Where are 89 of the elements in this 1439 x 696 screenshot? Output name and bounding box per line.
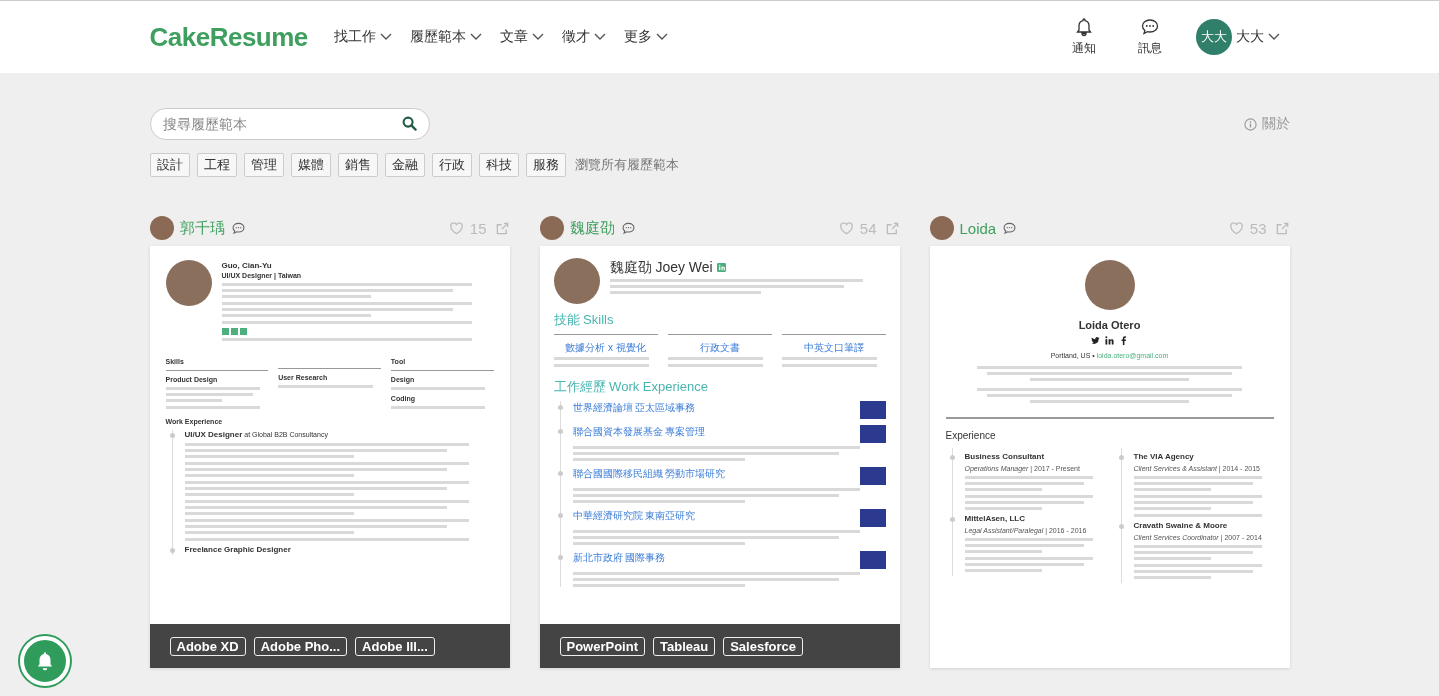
caret-icon: [469, 33, 482, 41]
photo-placeholder: [553, 258, 600, 304]
skill-heading: 中英文口筆譯: [781, 334, 886, 354]
job-title: The VIA Agency: [1133, 452, 1194, 461]
author-avatar[interactable]: [149, 216, 174, 240]
nav-menu-item[interactable]: 履歷範本: [409, 24, 482, 50]
category-tag[interactable]: 設計: [149, 153, 190, 177]
resume-preview-card[interactable]: [149, 246, 510, 668]
resume-name: Guo, Cian-Yu: [221, 260, 273, 271]
caret-icon: [531, 33, 544, 41]
category-tag[interactable]: 媒體: [290, 153, 331, 177]
job-title: 新北市政府 國際事務: [572, 552, 666, 563]
job-title: 世界經濟論壇 亞太區域事務: [572, 402, 696, 413]
photo-placeholder: [1084, 260, 1135, 310]
skill-tag[interactable]: PowerPoint: [559, 636, 645, 656]
job-title: MittelAsen, LLC: [964, 514, 1025, 523]
resume-name: 魏庭劭 Joey Wei: [609, 258, 886, 276]
section-heading: 工作經歷 Work Experience: [553, 379, 709, 395]
user-menu-button[interactable]: 大大 大大: [1195, 19, 1280, 55]
linkedin-icon[interactable]: [1105, 336, 1114, 345]
search-field[interactable]: 搜尋履歷範本: [149, 108, 430, 140]
timeline-dot: [557, 405, 563, 410]
messages-button[interactable]: 訊息: [1137, 17, 1162, 57]
timeline-dot: [169, 548, 175, 553]
section-heading: Experience: [945, 429, 997, 442]
category-tag[interactable]: 工程: [196, 153, 237, 177]
timeline-dot: [169, 433, 175, 438]
job-title: 聯合國資本發展基金 專案管理: [572, 426, 706, 437]
caret-icon: [593, 33, 606, 41]
author-avatar[interactable]: [929, 216, 954, 240]
notifications-button[interactable]: 通知: [1071, 17, 1096, 57]
comment-icon[interactable]: [230, 220, 246, 236]
caret-icon: [1267, 33, 1280, 41]
job-title: 中華經濟研究院 東南亞研究: [572, 510, 696, 521]
search-icon[interactable]: [401, 116, 417, 131]
timeline-dot: [557, 555, 563, 560]
timeline-dot: [557, 429, 563, 434]
organization-logo-icon: [859, 425, 886, 443]
job-title: Freelance Graphic Designer: [184, 545, 291, 554]
organization-logo-icon: [859, 551, 886, 569]
profile-badge-icon: [716, 262, 726, 272]
comment-icon[interactable]: [1002, 220, 1018, 236]
organization-logo-icon: [859, 467, 886, 485]
info-icon: [1243, 117, 1257, 131]
category-tag[interactable]: 科技: [478, 153, 519, 177]
skill-tag[interactable]: Adobe Pho...: [253, 636, 348, 656]
chat-bubble-icon: [1139, 17, 1160, 37]
timeline-dot: [1118, 455, 1124, 460]
category-tag[interactable]: 行政: [431, 153, 472, 177]
nav-menu-item[interactable]: 文章: [499, 24, 544, 50]
job-title: Business Consultant: [964, 452, 1045, 461]
caret-icon: [655, 33, 668, 41]
author-avatar[interactable]: [539, 216, 564, 240]
timeline-dot: [1118, 524, 1124, 529]
category-tag[interactable]: 銷售: [337, 153, 378, 177]
category-tag[interactable]: 服務: [525, 153, 566, 177]
timeline-dot: [557, 513, 563, 518]
bell-icon: [1073, 17, 1094, 37]
timeline-dot: [949, 517, 955, 522]
job-title: UI/UX Designer: [184, 430, 243, 439]
timeline-dot: [557, 471, 563, 476]
nav-menu-item[interactable]: 徵才: [561, 24, 606, 50]
resume-preview-card[interactable]: 魏庭劭 Joey Wei 技能 Skills 數據分析 x 視覺化 行政文書 中英文口筆譯 工作經歷 Work Experience 世界經濟論壇 亞太區域事務 聯合國資本發展基金 專案管理 聯合國國際移民組織 勞動市場研究 中華經濟研究院 東南亞研究 新北市政府 國際事務 PowerPoint Tableau Salesforce: [539, 246, 900, 668]
skill-heading: 行政文書: [667, 334, 772, 354]
notification-bell-button[interactable]: [20, 636, 70, 686]
skill-heading: 數據分析 x 視覺化: [553, 334, 658, 354]
section-heading: 技能 Skills: [553, 312, 615, 328]
twitter-icon[interactable]: [1091, 336, 1100, 345]
organization-logo-icon: [859, 401, 886, 419]
caret-icon: [379, 33, 392, 41]
comment-icon[interactable]: [620, 220, 636, 236]
category-tag[interactable]: 管理: [243, 153, 284, 177]
facebook-icon[interactable]: [1119, 336, 1128, 345]
skill-tag[interactable]: Adobe Ill...: [355, 636, 435, 656]
skill-tag[interactable]: Salesforce: [723, 636, 803, 656]
resume-name: Loida Otero: [1078, 318, 1141, 333]
skill-tag[interactable]: Tableau: [653, 636, 716, 656]
photo-placeholder: [165, 260, 212, 306]
social-badges-icon[interactable]: [221, 328, 248, 335]
nav-menu-item[interactable]: 找工作: [333, 24, 392, 50]
browse-all-link[interactable]: 瀏覽所有履歷範本: [574, 156, 679, 174]
user-avatar: 大大: [1195, 19, 1232, 55]
job-title: 聯合國國際移民組織 勞動市場研究: [572, 468, 726, 479]
timeline-dot: [949, 455, 955, 460]
skill-tag[interactable]: Adobe XD: [169, 636, 246, 656]
organization-logo-icon: [859, 509, 886, 527]
category-tag[interactable]: 金融: [384, 153, 425, 177]
job-title: Cravath Swaine & Moore: [1133, 521, 1228, 530]
nav-menu-item[interactable]: 更多: [623, 24, 668, 50]
